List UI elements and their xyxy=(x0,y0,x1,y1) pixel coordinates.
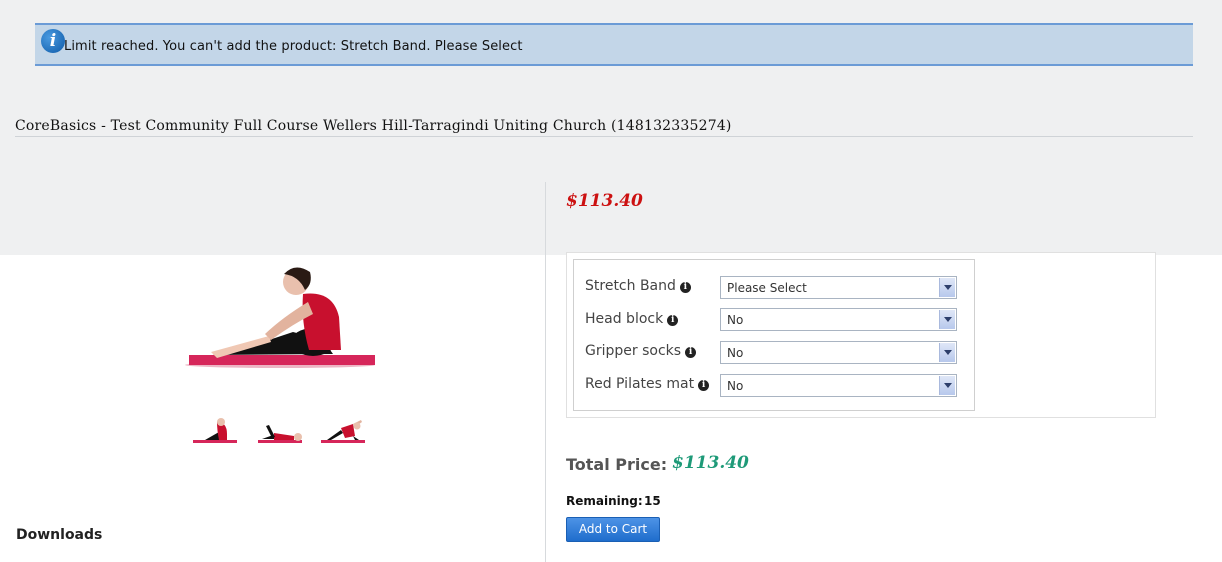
info-icon[interactable]: i xyxy=(685,347,697,358)
info-icon[interactable]: i xyxy=(698,380,710,391)
product-main-image xyxy=(185,267,375,368)
info-icon[interactable]: i xyxy=(679,282,691,293)
chevron-down-icon[interactable] xyxy=(939,310,955,329)
option-red-pilates-mat-label: Red Pilates mat i xyxy=(585,376,710,392)
remaining-label: Remaining: xyxy=(566,494,643,508)
red-pilates-mat-select[interactable]: No xyxy=(720,374,957,397)
stretch-band-select[interactable]: Please Select xyxy=(720,276,957,299)
total-price-label: Total Price: xyxy=(566,455,668,474)
column-divider xyxy=(545,182,546,562)
option-stretch-band-label: Stretch Band i xyxy=(585,278,691,294)
limit-alert: i Limit reached. You can't add the produ… xyxy=(35,23,1193,66)
chevron-down-icon[interactable] xyxy=(939,343,955,362)
remaining-count: 15 xyxy=(644,494,661,508)
info-icon[interactable]: i xyxy=(667,315,679,326)
option-gripper-socks-label: Gripper socks i xyxy=(585,343,697,359)
chevron-down-icon[interactable] xyxy=(939,278,955,297)
thumbnail-seated-stretch[interactable] xyxy=(191,416,239,446)
gripper-socks-select[interactable]: No xyxy=(720,341,957,364)
product-title: CoreBasics - Test Community Full Course … xyxy=(15,118,732,134)
product-price: $113.40 xyxy=(566,191,643,211)
title-divider xyxy=(15,136,1193,137)
alert-message: Limit reached. You can't add the product… xyxy=(64,39,523,54)
head-block-select[interactable]: No xyxy=(720,308,957,331)
downloads-heading: Downloads xyxy=(16,527,103,543)
info-icon: i xyxy=(41,29,65,53)
add-to-cart-button[interactable]: Add to Cart xyxy=(566,517,660,542)
chevron-down-icon[interactable] xyxy=(939,376,955,395)
thumbnail-side-lunge[interactable] xyxy=(319,416,367,446)
total-price-value: $113.40 xyxy=(672,453,749,473)
option-head-block-label: Head block i xyxy=(585,311,679,327)
thumbnail-lying-stretch[interactable] xyxy=(256,416,304,446)
